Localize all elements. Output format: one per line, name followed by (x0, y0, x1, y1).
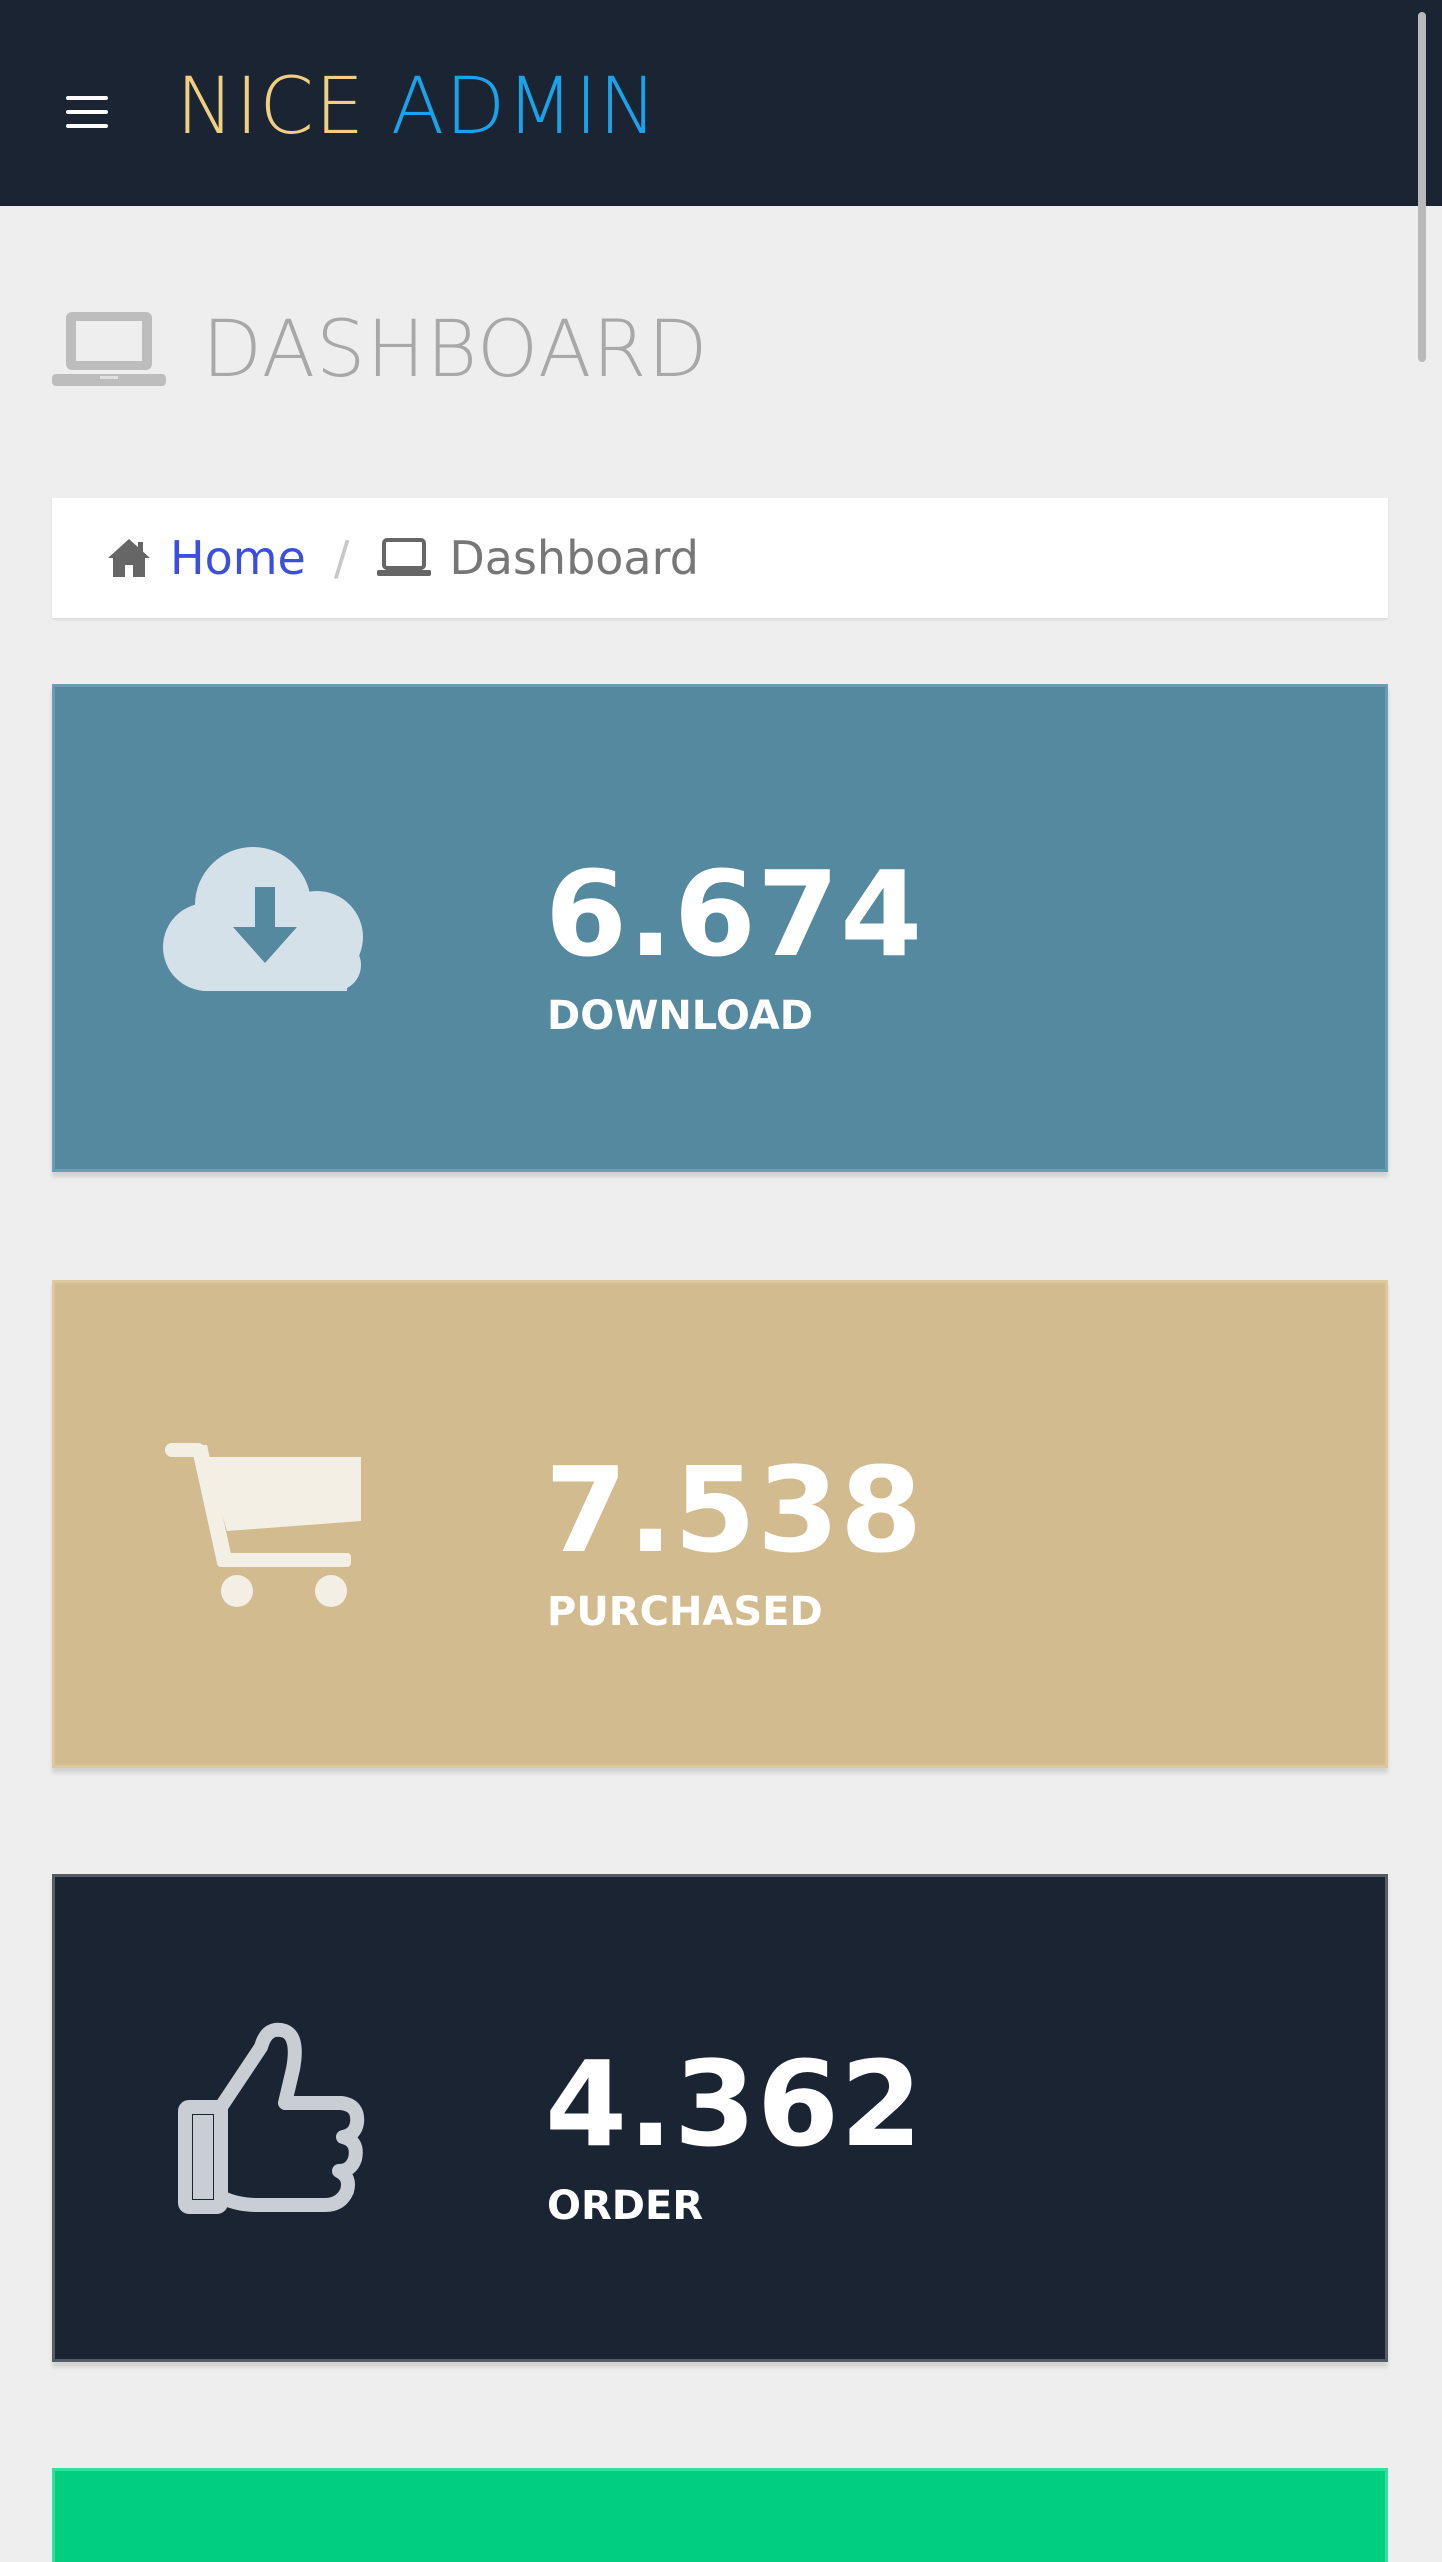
brand-text-admin: ADMIN (390, 62, 658, 152)
stat-label: DOWNLOAD (547, 993, 813, 1039)
stat-value: 6.674 (545, 845, 924, 983)
stat-value: 4.362 (545, 2035, 924, 2173)
stat-card-partial[interactable] (52, 2468, 1388, 2562)
hamburger-icon[interactable] (66, 96, 108, 128)
stat-card-purchased[interactable]: 7.538 PURCHASED (52, 1280, 1388, 1768)
stat-label: PURCHASED (547, 1589, 823, 1635)
home-icon (108, 539, 150, 577)
page-heading: DASHBOARD (52, 290, 709, 410)
shopping-cart-icon (165, 1443, 361, 1607)
breadcrumb-current: Dashboard (449, 531, 699, 585)
stat-card-order[interactable]: 4.362 ORDER (52, 1874, 1388, 2362)
brand-text-nice: NICE (176, 62, 366, 152)
scrollbar-thumb[interactable] (1418, 12, 1426, 362)
laptop-icon (377, 538, 432, 576)
cloud-download-icon (163, 847, 363, 991)
stat-card-download[interactable]: 6.674 DOWNLOAD (52, 684, 1388, 1172)
page-title: DASHBOARD (202, 305, 709, 395)
breadcrumb-home-link[interactable]: Home (170, 531, 306, 585)
top-navbar: NICE ADMIN (0, 0, 1442, 206)
breadcrumb-separator: / (333, 531, 350, 585)
thumbs-up-icon (178, 2022, 365, 2214)
stat-label: ORDER (547, 2183, 704, 2229)
laptop-icon (52, 312, 166, 386)
breadcrumb: Home / Dashboard (52, 498, 1388, 618)
stat-value: 7.538 (545, 1441, 924, 1579)
brand-logo[interactable]: NICE ADMIN (176, 62, 658, 152)
